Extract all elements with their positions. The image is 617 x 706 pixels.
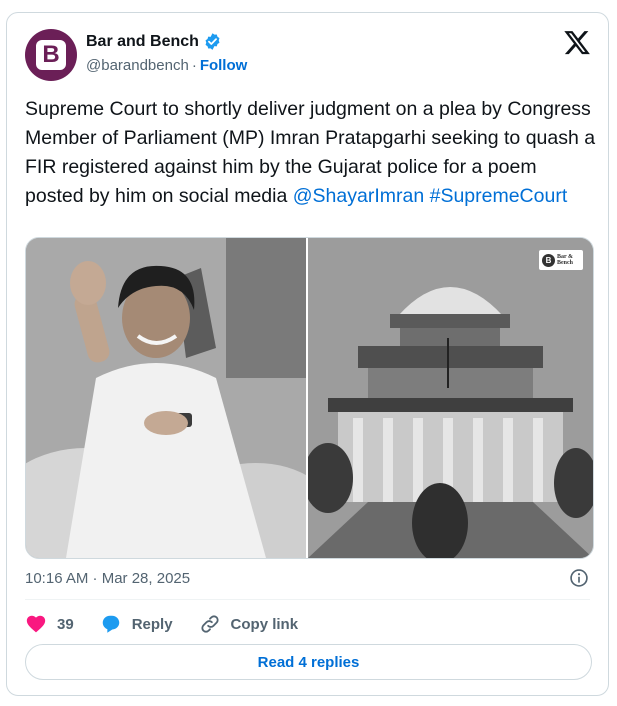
like-button[interactable]: 39	[25, 613, 74, 635]
follow-button[interactable]: Follow	[200, 57, 248, 74]
tweet-card: B Bar and Bench @barandbench · Follow Supr…	[6, 12, 609, 696]
heart-icon	[26, 615, 46, 633]
x-logo-icon[interactable]	[564, 31, 590, 55]
tweet-text: Supreme Court to shortly deliver judgmen…	[25, 95, 600, 211]
mention-link[interactable]: @ShayarImran	[293, 185, 424, 207]
author-handle[interactable]: @barandbench	[86, 57, 189, 74]
handle-separator: ·	[191, 57, 197, 74]
hashtag-link[interactable]: #SupremeCourt	[430, 185, 568, 207]
reply-label: Reply	[131, 615, 173, 633]
photo-supreme-court: B Bar & Bench	[303, 238, 593, 558]
like-count: 39	[57, 615, 74, 633]
author-name-row: Bar and Bench	[86, 32, 222, 51]
tweet-actions: 39 Reply Copy link	[25, 613, 324, 635]
bar-and-bench-watermark: B Bar & Bench	[539, 250, 583, 270]
avatar[interactable]: B	[25, 29, 77, 81]
author-display-name[interactable]: Bar and Bench	[86, 33, 199, 51]
tweet-timestamp[interactable]: 10:16 AM · Mar 28, 2025	[25, 570, 190, 587]
person-waving-illustration	[26, 238, 336, 558]
watermark-text: Bar & Bench	[557, 254, 573, 266]
watermark-logo-icon: B	[542, 253, 555, 267]
read-replies-button[interactable]: Read 4 replies	[25, 644, 592, 680]
tweet-media[interactable]: B Bar & Bench	[25, 237, 594, 559]
photo-imran-pratapgarhi	[26, 238, 336, 558]
author-handle-row: @barandbench · Follow	[86, 57, 247, 74]
supreme-court-building-illustration	[303, 238, 593, 558]
info-icon[interactable]	[569, 568, 589, 588]
verified-badge-icon	[205, 33, 220, 50]
reply-button[interactable]: Reply	[100, 613, 173, 635]
avatar-logo: B	[36, 40, 66, 70]
reply-bubble-icon	[102, 615, 119, 633]
watermark-line2: Bench	[557, 260, 574, 266]
divider	[25, 599, 590, 600]
link-icon	[200, 615, 219, 633]
copy-link-button[interactable]: Copy link	[199, 613, 299, 635]
copy-link-label: Copy link	[230, 615, 299, 633]
